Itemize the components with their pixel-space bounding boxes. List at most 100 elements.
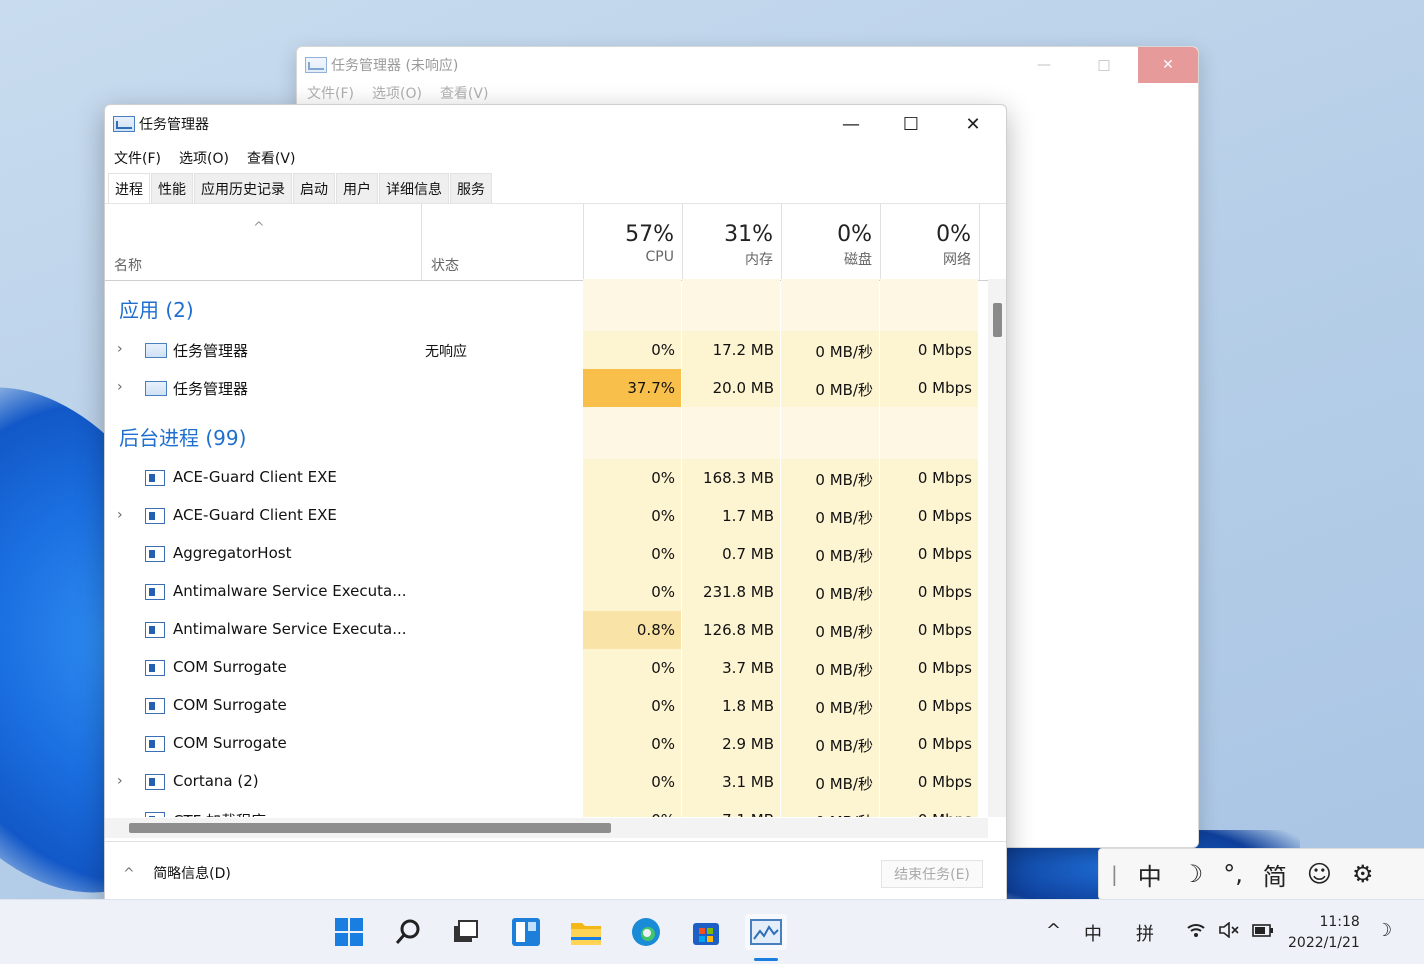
expand-chevron-icon[interactable]: › (117, 379, 123, 395)
heat-cell (880, 279, 978, 331)
disk-label: 磁盘 (844, 252, 872, 268)
process-row[interactable]: › ACE-Guard Client EXE 0% 1.7 MB 0 MB/秒 0 Mbp… (105, 497, 988, 535)
expand-chevron-icon[interactable]: › (117, 341, 123, 357)
disk-value: 0 MB/秒 (815, 737, 873, 755)
task-manager-window[interactable]: 任务管理器 — ☐ ✕ 文件(F) 选项(O) 查看(V) 进程 性能 应用历史… (104, 104, 1007, 901)
task-manager-taskbar-icon[interactable] (745, 914, 787, 950)
column-memory[interactable]: 31% 内存 (682, 222, 781, 269)
bg-menu-options[interactable]: 选项(O) (372, 83, 422, 103)
process-row[interactable]: Antimalware Service Executa... 0% 231.8 MB… (105, 573, 988, 611)
input-language-indicator[interactable]: 中 (1084, 920, 1102, 946)
process-row[interactable]: › 任务管理器 37.7% 20.0 MB 0 MB/秒 0 Mbps (105, 369, 988, 407)
memory-value: 2.9 MB (722, 735, 774, 753)
sort-indicator-icon: ^ (253, 220, 265, 236)
process-list[interactable]: 应用 (2) › 任务管理器 无响应 0% 17.2 MB 0 MB/秒 0 Mbps › 任务管… (105, 279, 988, 817)
focus-assist-moon-icon[interactable]: ☽ (1376, 920, 1392, 941)
process-row[interactable]: › Cortana (2) 0% 3.1 MB 0 MB/秒 0 Mbps (105, 763, 988, 801)
process-row[interactable]: COM Surrogate 0% 2.9 MB 0 MB/秒 0 Mbps (105, 725, 988, 763)
column-disk[interactable]: 0% 磁盘 (781, 222, 880, 269)
process-icon (145, 470, 165, 486)
cpu-total: 57% (625, 222, 674, 247)
end-task-button[interactable]: 结束任务(E) (881, 860, 983, 888)
heat-cell (781, 279, 879, 331)
disk-value: 0 MB/秒 (815, 343, 873, 361)
group-header[interactable]: 后台进程 (99) (105, 407, 988, 459)
menu-file[interactable]: 文件(F) (114, 148, 161, 168)
battery-icon[interactable] (1252, 922, 1274, 943)
cpu-value: 0% (583, 811, 675, 817)
start-icon[interactable] (331, 914, 367, 950)
process-row[interactable]: AggregatorHost 0% 0.7 MB 0 MB/秒 0 Mbps (105, 535, 988, 573)
process-name: COM Surrogate (173, 734, 287, 752)
vertical-scrollbar[interactable] (988, 279, 1006, 817)
ime-settings-icon[interactable]: ⚙ (1352, 860, 1374, 888)
tab-details[interactable]: 详细信息 (379, 173, 449, 203)
process-row[interactable]: COM Surrogate 0% 1.8 MB 0 MB/秒 0 Mbps (105, 687, 988, 725)
disk-value: 0 MB/秒 (815, 547, 873, 565)
store-icon[interactable] (688, 914, 724, 950)
maximize-button[interactable]: ☐ (880, 105, 942, 143)
column-network[interactable]: 0% 网络 (880, 222, 979, 269)
process-row[interactable]: › 任务管理器 无响应 0% 17.2 MB 0 MB/秒 0 Mbps (105, 331, 988, 369)
file-explorer-icon[interactable] (568, 914, 604, 950)
process-row[interactable]: CTF 加载程序 0% 7.1 MB 0 MB/秒 0 Mbps (105, 801, 988, 817)
fewer-details-toggle[interactable]: ^ 简略信息(D) (123, 863, 231, 883)
ime-moon-icon[interactable]: ☽ (1182, 860, 1204, 888)
bg-minimize-button[interactable]: — (1014, 47, 1074, 83)
ime-language-button[interactable]: 中 (1138, 857, 1162, 892)
process-name: 任务管理器 (173, 342, 249, 360)
bg-maximize-button[interactable]: □ (1074, 47, 1134, 83)
ime-punctuation-icon[interactable]: °, (1223, 860, 1243, 888)
tab-services[interactable]: 服务 (450, 173, 492, 203)
memory-value: 126.8 MB (703, 621, 774, 639)
edge-browser-icon[interactable] (628, 914, 664, 950)
widgets-icon[interactable] (508, 914, 544, 950)
bg-menu-view[interactable]: 查看(V) (440, 83, 489, 103)
vertical-scroll-thumb[interactable] (993, 303, 1002, 337)
network-label: 网络 (943, 252, 971, 268)
tab-users[interactable]: 用户 (336, 173, 378, 203)
ime-emoji-icon[interactable]: ☺ (1307, 860, 1332, 888)
column-status[interactable]: 状态 (431, 255, 459, 275)
active-app-indicator (754, 958, 778, 961)
horizontal-scroll-thumb[interactable] (129, 823, 611, 833)
bg-menu-file[interactable]: 文件(F) (307, 83, 354, 103)
horizontal-scrollbar[interactable] (105, 818, 988, 838)
bg-close-button[interactable]: ✕ (1138, 47, 1198, 83)
disk-value: 0 MB/秒 (815, 585, 873, 603)
cpu-value: 0% (651, 583, 675, 601)
group-header[interactable]: 应用 (2) (105, 279, 988, 331)
minimize-button[interactable]: — (820, 105, 882, 143)
close-button[interactable]: ✕ (942, 105, 1004, 143)
process-row[interactable]: ACE-Guard Client EXE 0% 168.3 MB 0 MB/秒 0 Mb… (105, 459, 988, 497)
search-icon[interactable] (390, 914, 426, 950)
column-divider[interactable] (979, 204, 980, 280)
tab-app-history[interactable]: 应用历史记录 (194, 173, 292, 203)
show-hidden-icons-chevron-icon[interactable]: ^ (1046, 920, 1061, 941)
tab-performance[interactable]: 性能 (151, 173, 193, 203)
disk-value: 0 MB/秒 (815, 775, 873, 793)
expand-chevron-icon[interactable]: › (117, 507, 123, 523)
ime-handle-icon[interactable]: | (1111, 862, 1118, 886)
menu-options[interactable]: 选项(O) (179, 148, 229, 168)
process-row[interactable]: COM Surrogate 0% 3.7 MB 0 MB/秒 0 Mbps (105, 649, 988, 687)
tab-processes[interactable]: 进程 (108, 173, 150, 203)
wifi-icon[interactable] (1186, 922, 1206, 943)
column-name[interactable]: 名称 (114, 255, 142, 275)
expand-chevron-icon[interactable]: › (117, 773, 123, 789)
tab-startup[interactable]: 启动 (293, 173, 335, 203)
volume-muted-icon[interactable] (1218, 921, 1240, 943)
task-view-icon[interactable] (447, 914, 483, 950)
disk-value: 0 MB/秒 (815, 509, 873, 527)
process-row[interactable]: Antimalware Service Executa... 0.8% 126.8 … (105, 611, 988, 649)
network-value: 0 Mbps (880, 811, 972, 817)
cpu-value: 0% (651, 735, 675, 753)
column-divider[interactable] (421, 204, 422, 280)
column-cpu[interactable]: 57% CPU (583, 222, 682, 265)
cpu-value: 0% (651, 469, 675, 487)
system-clock[interactable]: 11:18 2022/1/21 (1288, 912, 1360, 954)
ime-simplified-button[interactable]: 简 (1263, 857, 1287, 892)
disk-total: 0% (837, 222, 872, 247)
menu-view[interactable]: 查看(V) (247, 148, 296, 168)
input-mode-indicator[interactable]: 拼 (1136, 920, 1154, 946)
